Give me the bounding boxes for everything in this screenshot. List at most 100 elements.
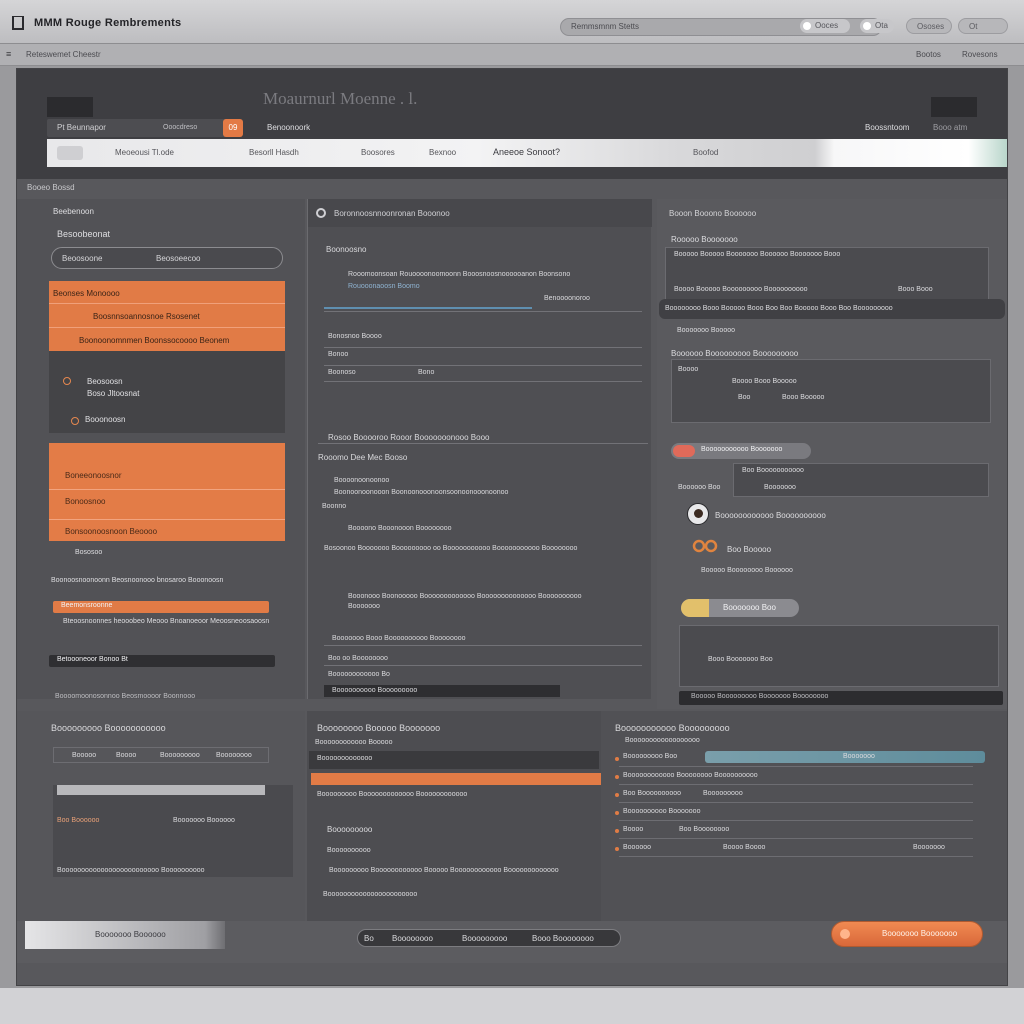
status-pill[interactable]: Booooooooooo Booooooo <box>671 443 811 459</box>
field-row[interactable]: Booooo Boooo Booooooooo Boooooooo <box>53 747 269 763</box>
toggle-b[interactable]: Ota <box>860 19 894 33</box>
right-dark-row[interactable]: Boooooooo Booo Booooo Booo Boo Boo Boooo… <box>659 299 1005 319</box>
left-search-input[interactable]: Beoosoone Beosoeecoo <box>51 247 283 269</box>
status-pill-item[interactable]: Booooooooo <box>462 934 507 943</box>
middle-sub-2: Rooomo Dee Mec Booso <box>318 453 408 462</box>
primary-action-button[interactable]: Booooooo Booooooo <box>831 921 983 947</box>
header-link[interactable]: Benoonoork <box>267 123 310 132</box>
card-item[interactable]: Boneeonoosnor <box>65 471 122 480</box>
bottom-right-panel: Booooooooooo Booooooooo Booooooooooooooo… <box>601 711 1007 921</box>
field-cell: Boooooooo <box>216 752 252 759</box>
status-pill-item[interactable]: Booo Boooooooo <box>532 934 594 943</box>
table-cell: Boooooooooooo Boooooooo Boooooooooo <box>623 772 758 779</box>
tab-icon[interactable] <box>57 146 83 160</box>
divider <box>324 365 642 366</box>
field-value[interactable]: Bono <box>418 369 434 376</box>
table-row[interactable]: Boooooooooooo Boooooooo Boooooooooo <box>615 769 973 785</box>
bullet-icon <box>615 793 619 797</box>
app-window: Moaurnurl Moenne . l. Pt Beunnapor Ooocd… <box>16 68 1008 986</box>
bullet-icon <box>615 811 619 815</box>
table-row[interactable]: Booooooooo Boo Booooooo <box>615 751 973 767</box>
table-row[interactable]: Boooo Boo Boooooooo <box>615 823 973 839</box>
divider <box>324 347 642 348</box>
yellow-pill-button[interactable]: Booooooo Boo <box>681 599 799 617</box>
right-cell: Booooooo <box>764 484 796 491</box>
right-panel: Booon Booono Boooooo Rooooo Booooooo Boo… <box>657 199 1007 709</box>
right-foot-bar[interactable]: Booooo Booooooooo Booooooo Boooooooo <box>679 691 1003 705</box>
list-item[interactable]: Boonoonomnmen Boonssocoooo Beonem <box>79 336 229 345</box>
window-header: Moaurnurl Moenne . l. Pt Beunnapor Ooocd… <box>17 69 1007 179</box>
table-cell: Booooooo <box>843 753 875 760</box>
right-dark-row-text: Boooooooo Booo Booooo Booo Boo Boo Boooo… <box>665 305 893 312</box>
middle-heading: Boronnoosnnoonronan Booonoo <box>334 209 450 218</box>
avatar[interactable] <box>687 503 709 525</box>
sub-list-item[interactable]: Beosoosn <box>87 377 123 386</box>
radio-icon[interactable] <box>63 377 71 385</box>
top-button-2[interactable]: Ot <box>958 18 1008 34</box>
app-icon <box>12 16 24 30</box>
sub-list-item[interactable]: Booonoosn <box>85 415 125 424</box>
tab-3[interactable]: Boosores <box>361 148 395 157</box>
list-item[interactable]: Boosnnsoannosnoe Rsosenet <box>93 312 200 321</box>
tab-1[interactable]: Meoeousi Tl.ode <box>115 148 174 157</box>
middle-text: Booooooo <box>348 603 380 610</box>
bottom-middle-row[interactable]: Booooooooooooo <box>309 751 599 769</box>
subbar-link-1[interactable]: Bootos <box>916 50 941 59</box>
middle-panel: Boronnoosnnoonronan Booonoo Boonoosno Ro… <box>307 199 652 699</box>
left-heading: Beebenoon <box>53 207 94 216</box>
right-heading: Booon Booono Boooooo <box>669 209 757 218</box>
app-title: MMM Rouge Rembrements <box>34 17 182 29</box>
left-subheading: Besoobeonat <box>57 229 111 239</box>
divider <box>324 665 642 666</box>
radio-icon[interactable] <box>71 417 79 425</box>
card-item[interactable]: Bonsoonoosnoon Beoooo <box>65 527 157 536</box>
right-cell: Boo Booooooooooo <box>742 467 804 474</box>
status-pill-item[interactable]: Boooooooo <box>392 934 433 943</box>
status-pill-label: Booooooooooo Booooooo <box>701 446 783 453</box>
subbar-link-2[interactable]: Rovesons <box>962 50 998 59</box>
bottom-middle-highlight[interactable] <box>311 773 601 785</box>
middle-text: Bosoonoo Booooooo Booooooooo oo Booooooo… <box>324 545 578 552</box>
header-field[interactable]: Pt Beunnapor Ooocdreso <box>47 119 241 137</box>
middle-text: Boooonoonoonoo <box>334 477 390 484</box>
settings-icon[interactable] <box>316 208 326 218</box>
bottom-left-panel: Booooooooo Booooooooooo Booooo Boooo Boo… <box>17 711 305 921</box>
header-field-value: Ooocdreso <box>163 124 198 131</box>
middle-line-2[interactable]: Rouooonaoosn Boomo <box>348 283 420 290</box>
table-row[interactable]: Boo Boooooooooo Booooooooo <box>615 787 973 803</box>
action-icon <box>840 929 850 939</box>
bottom-left-foot: Booooooooooooooooooooooooo Boooooooooo <box>57 867 205 874</box>
tab-5-active[interactable]: Aneeoe Sonoot? <box>493 147 560 157</box>
bottom-middle-sub: Boooooooooooo Booooo <box>315 739 393 746</box>
right-small: Booooooo Booooo <box>677 327 735 334</box>
menu-icon[interactable]: ≡ <box>6 49 11 59</box>
left-panel: Beebenoon Besoobeonat Beoosoone Beosoeec… <box>17 199 305 700</box>
middle-text: Boooooooooooo Bo <box>328 671 390 678</box>
sub-list-item[interactable]: Boso Jltoosnat <box>87 389 139 398</box>
bottom-middle-panel: Boooooooo Booooo Booooooo Boooooooooooo … <box>307 711 603 921</box>
middle-header: Boronnoosnnoonronan Booonoo <box>308 199 652 227</box>
bottom-middle-title: Boooooooo Booooo Booooooo <box>317 723 441 733</box>
tab-4[interactable]: Bexnoo <box>429 148 456 157</box>
bottom-left-title: Booooooooo Booooooooooo <box>51 723 166 733</box>
breadcrumb[interactable]: Reteswemet Cheestr <box>26 50 101 59</box>
top-button-1[interactable]: Ososes <box>906 18 952 34</box>
table-row[interactable]: Boooooooooo Booooooo <box>615 805 973 821</box>
left-text: Bteoosnoonnes heooobeo Meooo Bnoanoeoor … <box>63 618 270 625</box>
dark-bar[interactable]: Betoooneoor Bonoo Bt <box>49 655 275 667</box>
status-pill-group[interactable]: Bo Boooooooo Booooooooo Booo Boooooooo <box>357 929 621 947</box>
list-item[interactable]: Beonses Monoooo <box>53 289 120 298</box>
card-item[interactable]: Bonoosnoo <box>65 497 105 506</box>
sub-list: Beosoosn Boso Jltoosnat Booonoosn <box>49 351 285 433</box>
status-pill-item[interactable]: Bo <box>364 934 374 943</box>
tab-2[interactable]: Besorll Hasdh <box>249 148 299 157</box>
header-badge[interactable]: 09 <box>223 119 243 137</box>
right-row: Booooo Booooo Booooooo Boooooo Booooooo … <box>674 251 841 258</box>
header-right-link[interactable]: Boossntoom <box>865 123 909 132</box>
header-block-left <box>47 97 93 117</box>
table-row[interactable]: Boooooo Boooo Boooo Booooooo <box>615 841 973 857</box>
bottom-middle-text: Booooooooo Boooooooooooo Booooo Booooooo… <box>329 867 559 874</box>
left-misc-2: Boonoosnoonoonn Beosnoonooo bnosaroo Boo… <box>51 577 224 584</box>
toggle-a[interactable]: Ooces <box>800 19 850 33</box>
tab-6[interactable]: Boofod <box>693 148 718 157</box>
